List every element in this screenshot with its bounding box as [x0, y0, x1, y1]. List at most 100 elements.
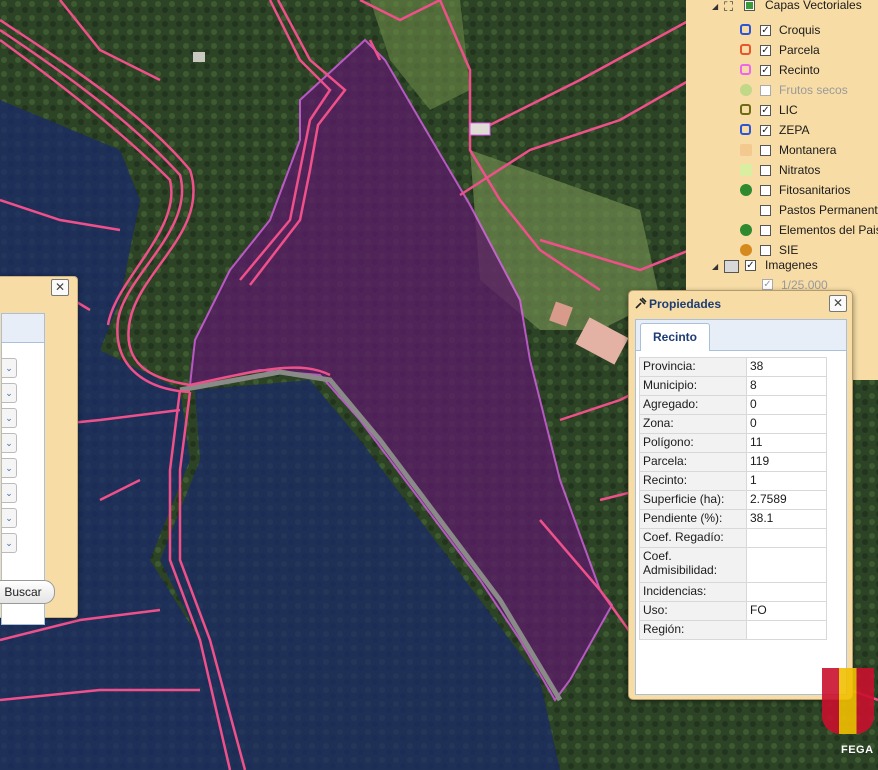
building [193, 52, 205, 62]
property-row: Agregado: 0 [639, 395, 827, 415]
properties-table: Provincia: 38 Municipio: 8 Agregado: 0 Zona: 0 P… [639, 357, 827, 640]
zepa-label: ZEPA [779, 123, 810, 137]
pastos-permanentes-checkbox[interactable] [760, 205, 771, 216]
search-form: ⌄ ⌄ ⌄ ⌄ ⌄ ⌄ ⌄ ⌄ [1, 313, 45, 625]
scale-layer-checkbox[interactable]: ✓ [762, 279, 773, 290]
property-value: 38.1 [746, 509, 827, 529]
property-key: Provincia: [639, 357, 747, 377]
search-dropdown-2[interactable]: ⌄ [2, 383, 17, 403]
croquis-checkbox[interactable]: ✓ [760, 25, 771, 36]
montanera-swatch-icon [740, 144, 752, 156]
property-row: Incidencias: [639, 582, 827, 602]
property-row: Región: [639, 620, 827, 640]
parcela-label: Parcela [779, 43, 820, 57]
property-row: Superficie (ha): 2.7589 [639, 490, 827, 510]
nitratos-checkbox[interactable] [760, 165, 771, 176]
sie-checkbox[interactable] [760, 245, 771, 256]
fitosanitarios-label: Fitosanitarios [779, 183, 851, 197]
spain-coat-of-arms-icon [822, 668, 874, 734]
croquis-label: Croquis [779, 23, 821, 37]
lic-label: LIC [779, 103, 798, 117]
property-key: Superficie (ha): [639, 490, 747, 510]
croquis-swatch-icon [740, 24, 751, 35]
search-tab-header [2, 314, 44, 343]
property-key: Incidencias: [639, 582, 747, 602]
frutos-secos-checkbox[interactable] [760, 85, 771, 96]
close-button[interactable]: ✕ [829, 295, 847, 312]
property-value: 0 [746, 395, 827, 415]
nitratos-swatch-icon [740, 164, 752, 176]
fega-logo [818, 660, 878, 750]
lic-swatch-icon [740, 104, 751, 115]
montanera-checkbox[interactable] [760, 145, 771, 156]
property-key: Uso: [639, 601, 747, 621]
search-dropdown-8[interactable]: ⌄ [2, 533, 17, 553]
property-value [746, 582, 827, 602]
search-dropdown-7[interactable]: ⌄ [2, 508, 17, 528]
property-key: Polígono: [639, 433, 747, 453]
property-row: Recinto: 1 [639, 471, 827, 491]
search-dropdown-5[interactable]: ⌄ [2, 458, 17, 478]
recinto-label: Recinto [779, 63, 820, 77]
vector-layers-label: Capas Vectoriales [765, 0, 862, 12]
buscar-button[interactable]: Buscar [0, 580, 55, 604]
zepa-checkbox[interactable]: ✓ [760, 125, 771, 136]
fega-logo-text: FEGA [841, 744, 874, 756]
vector-layers-checkbox[interactable] [744, 0, 755, 11]
property-key: Agregado: [639, 395, 747, 415]
property-key: Recinto: [639, 471, 747, 491]
parcela-swatch-icon [740, 44, 751, 55]
pastos-permanentes-label: Pastos Permanentes [779, 203, 878, 217]
frutos-secos-swatch-icon [740, 84, 752, 96]
property-key: Zona: [639, 414, 747, 434]
property-row: Zona: 0 [639, 414, 827, 434]
property-value [746, 620, 827, 640]
fitosanitarios-checkbox[interactable] [760, 185, 771, 196]
imagenes-label: Imagenes [765, 258, 818, 272]
property-key: Pendiente (%): [639, 509, 747, 529]
elementos-del-paisaje-label: Elementos del Paisaje [779, 223, 878, 237]
property-value: 38 [746, 357, 827, 377]
property-row: Municipio: 8 [639, 376, 827, 396]
property-row: Coef. Admisibilidad: [639, 547, 827, 583]
tab-recinto[interactable]: Recinto [640, 323, 710, 351]
property-row: Polígono: 11 [639, 433, 827, 453]
elementos-del-paisaje-swatch-icon [740, 224, 752, 236]
tab-strip: Recinto [636, 320, 846, 351]
property-value: 0 [746, 414, 827, 434]
parcela-checkbox[interactable]: ✓ [760, 45, 771, 56]
property-value [746, 547, 827, 583]
properties-icon [635, 297, 647, 309]
property-row: Coef. Regadío: [639, 528, 827, 548]
zepa-swatch-icon [740, 124, 751, 135]
property-row: Pendiente (%): 38.1 [639, 509, 827, 529]
property-value: 119 [746, 452, 827, 472]
property-key: Municipio: [639, 376, 747, 396]
search-dropdown-3[interactable]: ⌄ [2, 408, 17, 428]
image-layer-icon [724, 260, 739, 273]
property-value [746, 528, 827, 548]
imagenes-checkbox[interactable]: ✓ [745, 260, 756, 271]
property-value: 8 [746, 376, 827, 396]
elementos-del-paisaje-checkbox[interactable] [760, 225, 771, 236]
property-value: 1 [746, 471, 827, 491]
montanera-label: Montanera [779, 143, 837, 157]
frutos-secos-label: Frutos secos [779, 83, 848, 97]
property-row: Parcela: 119 [639, 452, 827, 472]
property-value: 2.7589 [746, 490, 827, 510]
lic-checkbox[interactable]: ✓ [760, 105, 771, 116]
nitratos-label: Nitratos [779, 163, 821, 177]
search-dropdown-6[interactable]: ⌄ [2, 483, 17, 503]
search-dropdown-1[interactable]: ⌄ [2, 358, 17, 378]
building [469, 122, 491, 136]
close-button[interactable]: ✕ [51, 279, 69, 296]
search-dropdown-4[interactable]: ⌄ [2, 433, 17, 453]
property-key: Parcela: [639, 452, 747, 472]
property-key: Coef. Regadío: [639, 528, 747, 548]
recinto-checkbox[interactable]: ✓ [760, 65, 771, 76]
collapse-icon[interactable]: ◢ [712, 262, 718, 271]
property-key: Coef. Admisibilidad: [639, 547, 747, 583]
property-key: Región: [639, 620, 747, 640]
collapse-icon[interactable]: ◢ [712, 2, 718, 11]
fitosanitarios-swatch-icon [740, 184, 752, 196]
